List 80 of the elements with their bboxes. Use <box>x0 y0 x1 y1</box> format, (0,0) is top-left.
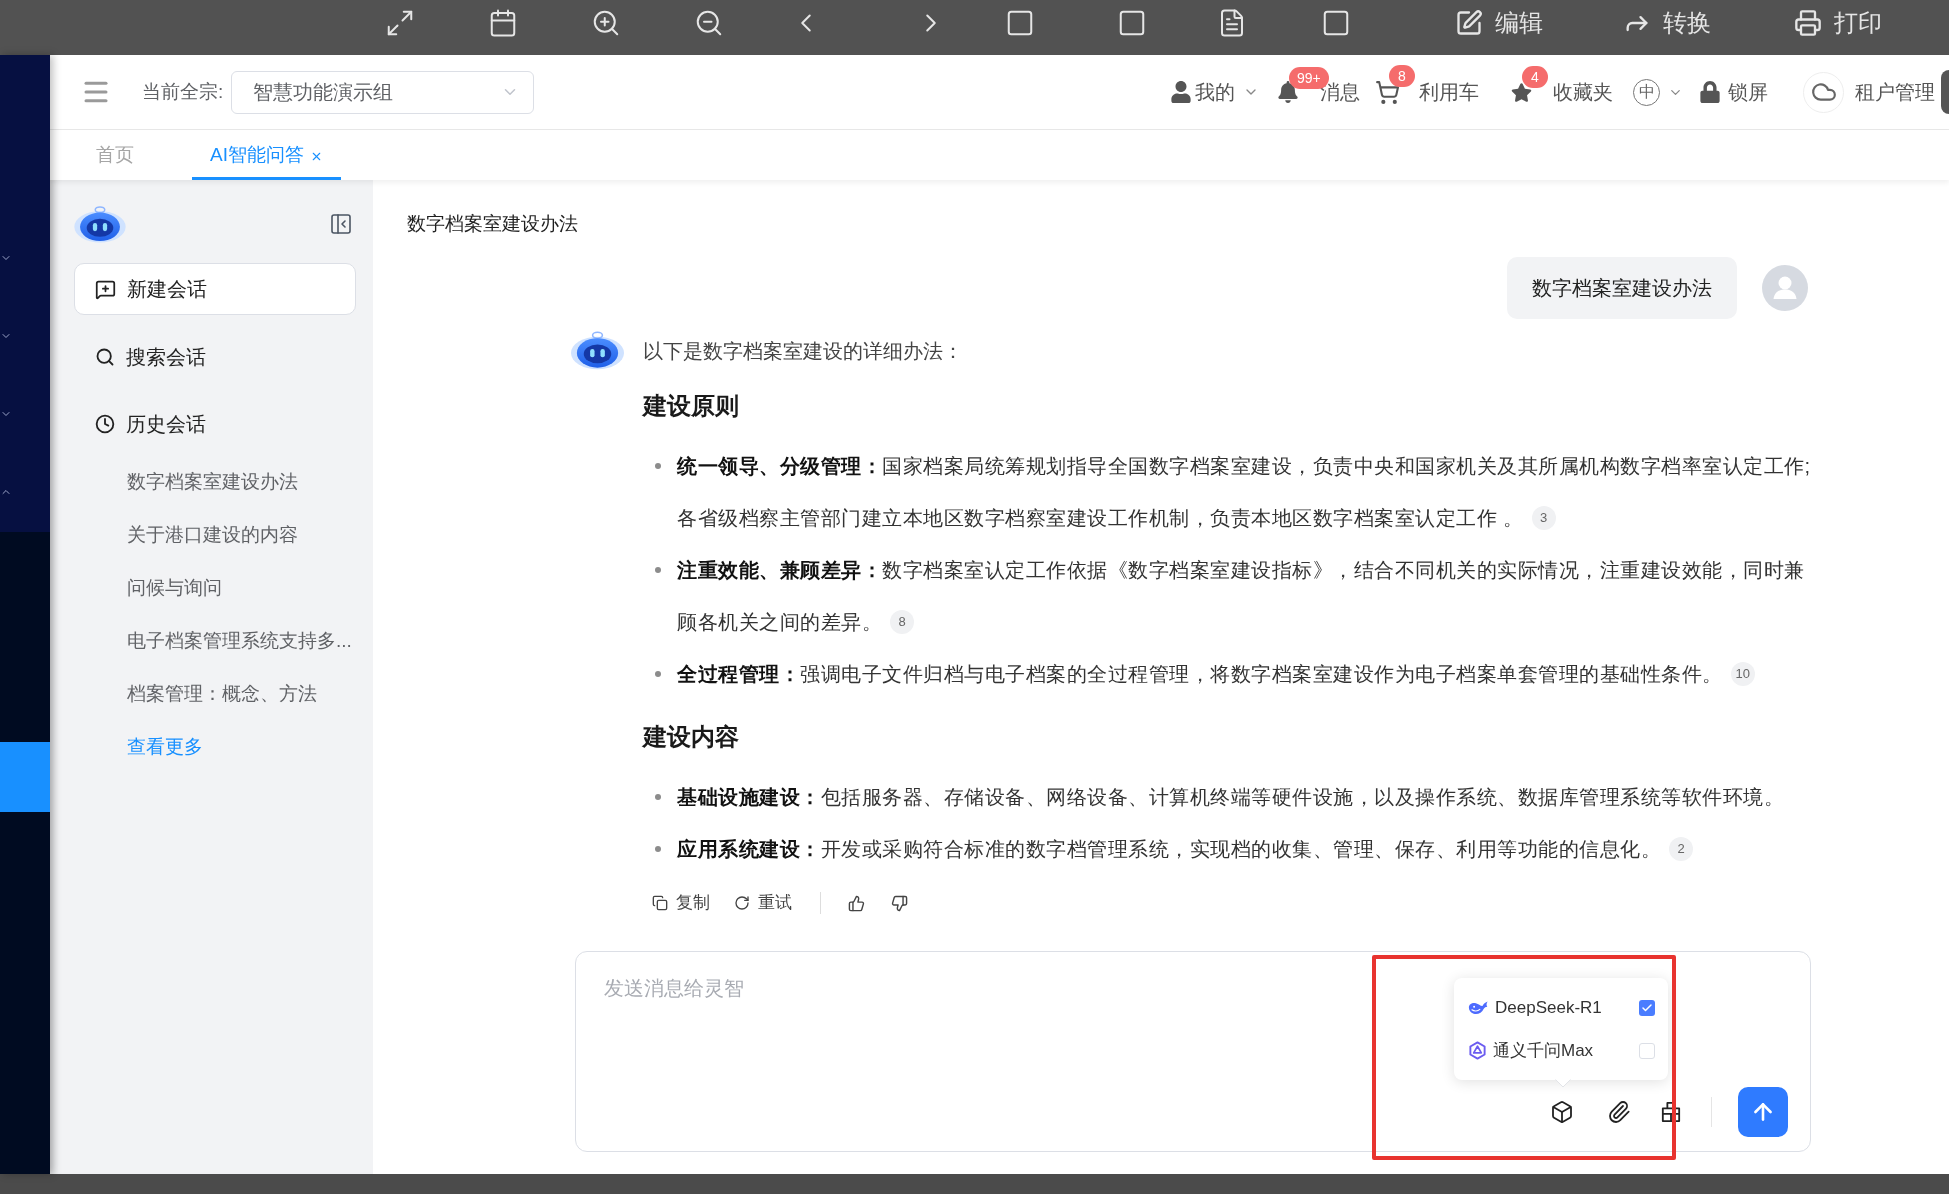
calendar-icon[interactable] <box>488 8 518 38</box>
user-icon[interactable] <box>1170 81 1192 103</box>
lock-screen-label[interactable]: 锁屏 <box>1728 77 1768 107</box>
intro-text: 以下是数字档案室建设的详细办法： <box>643 340 963 362</box>
model-option[interactable]: DeepSeek-R1 <box>1454 986 1668 1029</box>
cart-label[interactable]: 利用车 <box>1419 77 1479 107</box>
history-item[interactable]: 关于港口建设的内容 <box>127 509 298 562</box>
section-heading: 建设原则 <box>643 392 739 419</box>
dislike-button[interactable] <box>891 894 908 912</box>
search-icon <box>95 347 115 367</box>
fonds-label: 当前全宗: <box>142 79 224 104</box>
bullet-icon <box>655 567 661 573</box>
thumbs-down-icon <box>891 894 908 912</box>
panel-left-icon[interactable] <box>329 212 353 236</box>
checkmark-icon <box>1641 1001 1653 1014</box>
thumbs-up-icon <box>848 894 865 912</box>
chat-plus-icon <box>95 278 116 300</box>
printer-icon <box>1794 9 1822 37</box>
bullet-icon <box>655 671 661 677</box>
new-chat-button[interactable]: 新建会话 <box>74 263 356 315</box>
citation-badge[interactable]: 3 <box>1531 505 1556 530</box>
like-button[interactable] <box>848 894 865 912</box>
clock-icon <box>95 414 115 434</box>
print-button[interactable]: 打印 <box>1794 8 1882 38</box>
list-item-text: 应用系统建设：开发或采购符合标准的数字档管理系统，实现档的收集、管理、保存、利用等功能的信息化。 2 <box>677 823 1811 875</box>
chat-title: 数字档案室建设办法 <box>407 213 578 234</box>
copy-icon <box>652 895 668 911</box>
square-icon[interactable] <box>1005 8 1035 38</box>
tenant-label[interactable]: 租户管理 <box>1855 77 1935 107</box>
search-chats-button[interactable]: 搜索会话 <box>74 331 356 383</box>
retry-button[interactable]: 重试 <box>734 890 792 916</box>
convert-button[interactable]: 转换 <box>1623 8 1711 38</box>
favorites-label[interactable]: 收藏夹 <box>1553 77 1613 107</box>
hexagon-knot-icon <box>1468 1041 1487 1060</box>
fonds-select[interactable]: 智慧功能演示组 <box>231 70 535 114</box>
bullet-icon <box>655 794 661 800</box>
zoom-in-icon[interactable] <box>591 8 621 38</box>
list-item-text: 统一领导、分级管理：国家档案局统筹规划指导全国数字档案室建设，负责中央和国家机关及其所属机构数字档率室认定工作;各省级档察主管部门建立本地区数字档察室建设工作机制，负责本地区数字档案室认定工作 。 3 <box>677 454 1811 532</box>
square-icon[interactable] <box>1117 8 1147 38</box>
avatar-icon <box>1762 265 1808 311</box>
history-item[interactable]: 问候与询问 <box>127 562 222 615</box>
citation-badge[interactable]: 2 <box>1669 836 1693 861</box>
pen-square-icon <box>1455 9 1483 37</box>
history-item[interactable]: 档案管理：概念、方法 <box>127 668 317 721</box>
edit-button[interactable]: 编辑 <box>1455 8 1543 38</box>
zoom-out-icon[interactable] <box>694 8 724 38</box>
citation-badge[interactable]: 8 <box>890 609 914 634</box>
robot-icon <box>570 329 625 371</box>
lock-icon[interactable] <box>1700 81 1720 103</box>
square-icon[interactable] <box>1321 8 1351 38</box>
whale-icon <box>1468 999 1489 1016</box>
expand-icon[interactable] <box>385 8 415 38</box>
copy-button[interactable]: 复制 <box>652 890 710 916</box>
robot-icon <box>73 205 127 243</box>
count-badge: 8 <box>1389 64 1415 87</box>
refresh-icon <box>734 895 750 911</box>
send-button[interactable] <box>1738 1087 1788 1137</box>
model-option[interactable]: 通义千问Max <box>1454 1029 1668 1072</box>
history-item[interactable]: 数字档案室建设办法 <box>127 456 298 509</box>
star-icon[interactable] <box>1511 81 1532 103</box>
toolbox-icon[interactable] <box>1661 1101 1681 1123</box>
cube-icon[interactable] <box>1550 1100 1574 1124</box>
user-message-bubble: 数字档案室建设办法 <box>1507 257 1737 319</box>
checkbox[interactable] <box>1639 999 1655 1016</box>
list-item-text: 基础设施建设：包括服务器、存储设备、网络设备、计算机终端等硬件设施，以及操作系统、数据库管理系统等软件环境。 <box>677 785 1785 810</box>
section-heading: 建设内容 <box>643 723 739 750</box>
count-badge: 4 <box>1522 65 1548 88</box>
bullet-icon <box>655 846 661 852</box>
history-heading: 历史会话 <box>126 412 206 437</box>
bell-icon[interactable] <box>1277 81 1299 103</box>
message-input[interactable]: 发送消息给灵智 <box>604 974 1364 1034</box>
bullet-icon <box>655 463 661 469</box>
history-item[interactable]: 电子档案管理系统支持多... <box>127 615 352 668</box>
checkbox[interactable] <box>1639 1042 1655 1059</box>
paperclip-icon[interactable] <box>1607 1100 1631 1124</box>
list-item-text: 全过程管理：强调电子文件归档与电子档案的全过程管理，将数字档案室建设作为电子档案单套管理的基础性条件。 10 <box>677 648 1811 700</box>
list-item-text: 注重效能、兼顾差异：数字档案室认定工作依据《数字档案室建设指标》，结合不同机关的实际情况，注重建设效能，同时兼顾各机关之间的差异。 8 <box>677 558 1806 636</box>
cart-icon[interactable] <box>1375 79 1400 105</box>
user-menu-label[interactable]: 我的 <box>1195 77 1235 107</box>
citation-badge[interactable]: 10 <box>1730 661 1755 686</box>
